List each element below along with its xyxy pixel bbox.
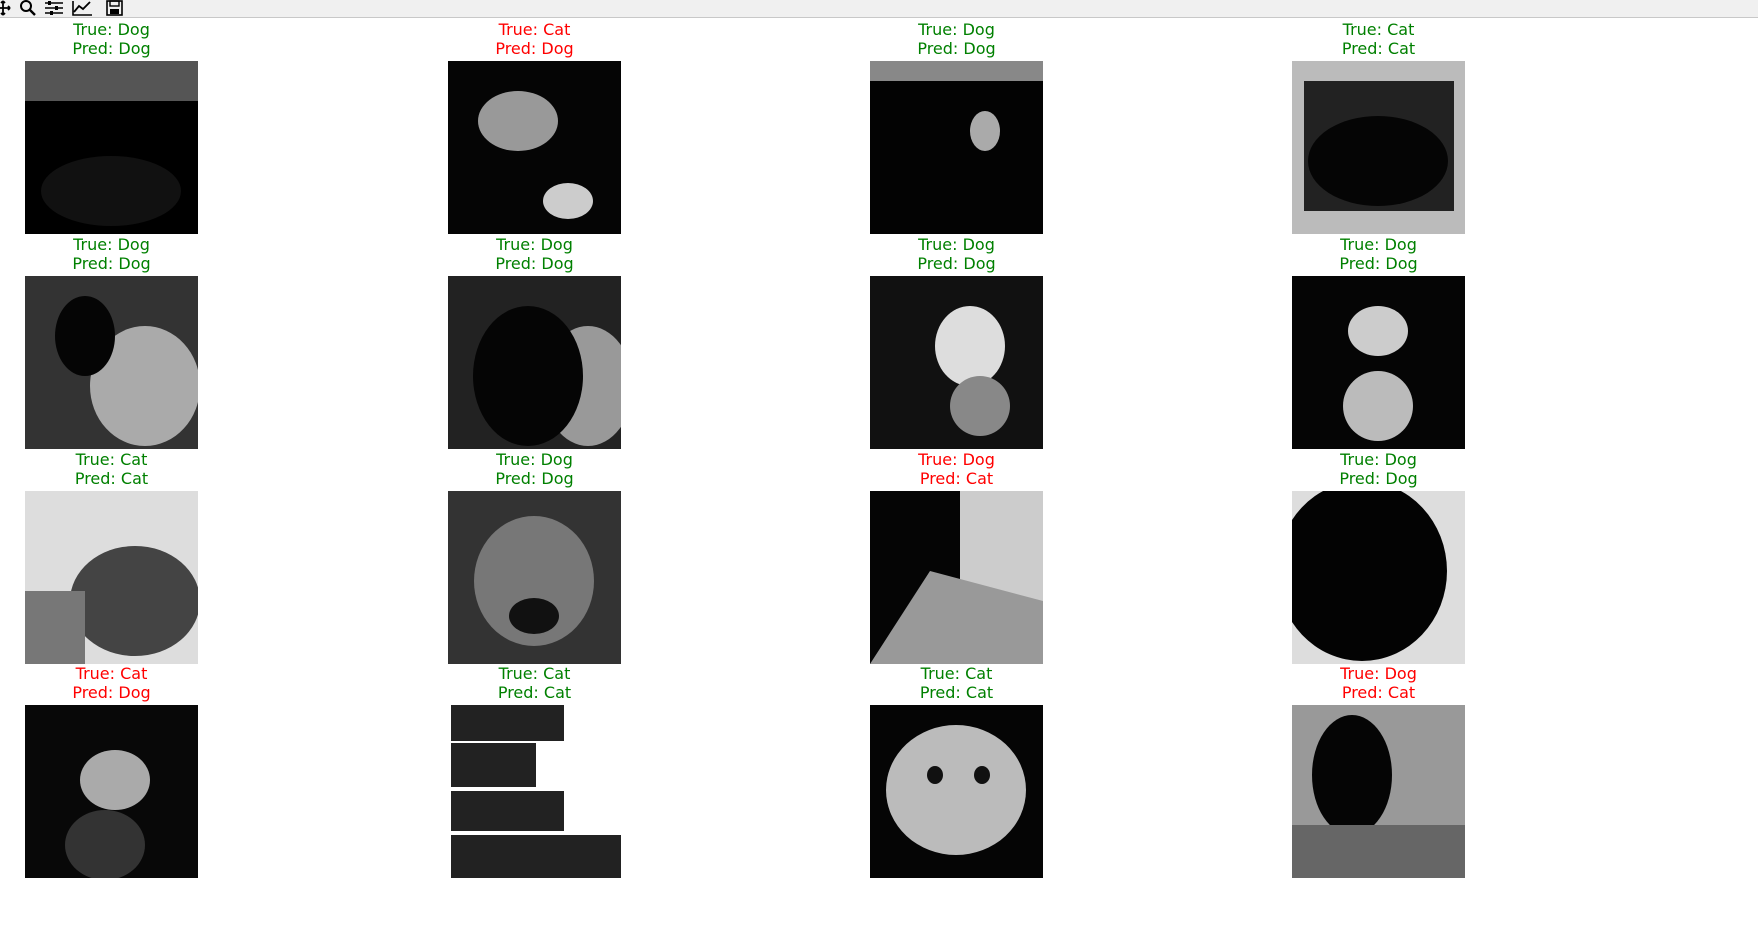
sample-image xyxy=(870,61,1043,234)
pred-label: Pred: Dog xyxy=(495,39,574,58)
prediction-cell: True: Cat Pred: Cat xyxy=(1292,20,1465,234)
pred-label: Pred: Dog xyxy=(1339,469,1418,488)
true-label: True: Dog xyxy=(73,235,150,254)
sample-image xyxy=(448,705,621,878)
sample-image xyxy=(25,276,198,449)
pred-label: Pred: Cat xyxy=(1341,39,1416,58)
prediction-cell: True: Cat Pred: Cat xyxy=(448,664,621,878)
sample-image xyxy=(1292,276,1465,449)
true-label: True: Cat xyxy=(498,664,571,683)
sample-image xyxy=(25,705,198,878)
pred-label: Pred: Dog xyxy=(72,683,151,702)
true-label: True: Dog xyxy=(496,450,573,469)
sample-image xyxy=(1292,491,1465,664)
pred-label: Pred: Dog xyxy=(1339,254,1418,273)
pred-label: Pred: Dog xyxy=(917,39,996,58)
prediction-cell: True: Dog Pred: Dog xyxy=(1292,235,1465,449)
pred-label: Pred: Dog xyxy=(495,254,574,273)
sample-image xyxy=(870,705,1043,878)
true-label: True: Dog xyxy=(1340,450,1417,469)
configure-subplots-icon[interactable] xyxy=(43,0,65,16)
edit-axes-icon[interactable] xyxy=(71,0,93,16)
sample-image xyxy=(448,61,621,234)
sample-image xyxy=(870,276,1043,449)
prediction-cell: True: Dog Pred: Cat xyxy=(870,450,1043,664)
sample-image xyxy=(870,491,1043,664)
true-label: True: Dog xyxy=(1340,235,1417,254)
prediction-cell: True: Dog Pred: Dog xyxy=(870,235,1043,449)
true-label: True: Dog xyxy=(918,235,995,254)
prediction-cell: True: Dog Pred: Dog xyxy=(448,235,621,449)
sample-image xyxy=(1292,61,1465,234)
navigation-toolbar xyxy=(0,0,1758,18)
sample-image xyxy=(25,61,198,234)
pred-label: Pred: Dog xyxy=(72,254,151,273)
pred-label: Pred: Cat xyxy=(919,683,994,702)
true-label: True: Cat xyxy=(75,664,148,683)
true-label: True: Cat xyxy=(1342,20,1415,39)
prediction-cell: True: Cat Pred: Dog xyxy=(25,664,198,878)
true-label: True: Dog xyxy=(1340,664,1417,683)
true-label: True: Dog xyxy=(73,20,150,39)
prediction-cell: True: Cat Pred: Cat xyxy=(870,664,1043,878)
sample-image xyxy=(1292,705,1465,878)
prediction-cell: True: Dog Pred: Dog xyxy=(25,235,198,449)
zoom-icon[interactable] xyxy=(16,0,38,16)
pred-label: Pred: Dog xyxy=(72,39,151,58)
true-label: True: Cat xyxy=(498,20,571,39)
pred-label: Pred: Cat xyxy=(497,683,572,702)
true-label: True: Dog xyxy=(496,235,573,254)
pred-label: Pred: Cat xyxy=(1341,683,1416,702)
move-icon[interactable] xyxy=(0,0,14,16)
true-label: True: Cat xyxy=(920,664,993,683)
pred-label: Pred: Dog xyxy=(495,469,574,488)
prediction-cell: True: Dog Pred: Dog xyxy=(25,20,198,234)
prediction-cell: True: Dog Pred: Dog xyxy=(870,20,1043,234)
pred-label: Pred: Cat xyxy=(919,469,994,488)
sample-image xyxy=(448,276,621,449)
pred-label: Pred: Dog xyxy=(917,254,996,273)
sample-image xyxy=(25,491,198,664)
prediction-cell: True: Cat Pred: Dog xyxy=(448,20,621,234)
sample-image xyxy=(448,491,621,664)
true-label: True: Dog xyxy=(918,450,995,469)
prediction-cell: True: Dog Pred: Cat xyxy=(1292,664,1465,878)
prediction-cell: True: Cat Pred: Cat xyxy=(25,450,198,664)
true-label: True: Dog xyxy=(918,20,995,39)
save-icon[interactable] xyxy=(104,0,126,16)
prediction-cell: True: Dog Pred: Dog xyxy=(448,450,621,664)
pred-label: Pred: Cat xyxy=(74,469,149,488)
true-label: True: Cat xyxy=(75,450,148,469)
prediction-cell: True: Dog Pred: Dog xyxy=(1292,450,1465,664)
